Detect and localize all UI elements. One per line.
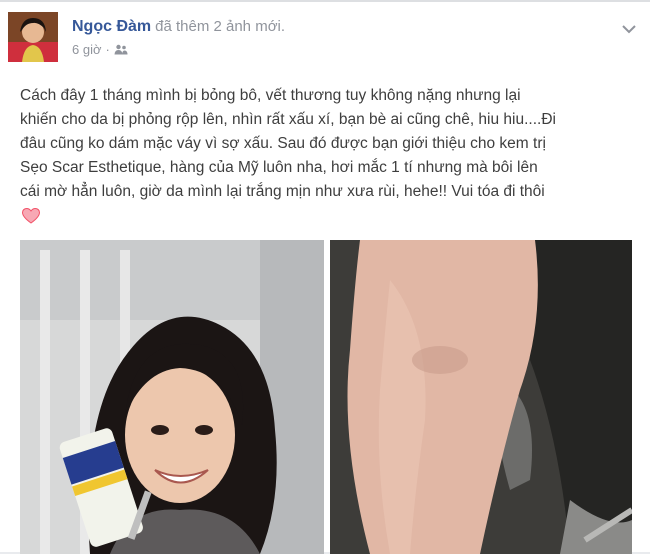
post-timestamp-link[interactable]: 6 giờ (72, 42, 102, 57)
friends-icon[interactable] (114, 44, 128, 55)
post-text-line: cái mờ hẳn luôn, giờ da mình lại trắng m… (20, 183, 545, 200)
chevron-down-icon[interactable] (622, 24, 636, 34)
feed-post: Ngọc Đàm đã thêm 2 ảnh mới. 6 giờ · Cách … (0, 0, 650, 554)
post-text-line: Cách đây 1 tháng mình bị bỏng bô, vết th… (20, 87, 521, 104)
post-meta: 6 giờ · (72, 42, 128, 57)
avatar[interactable] (8, 12, 58, 62)
post-action-text: đã thêm 2 ảnh mới. (155, 18, 286, 35)
heart-icon (22, 208, 40, 224)
post-text-line: đâu cũng ko dám mặc váy vì sợ xấu. Sau đ… (20, 135, 546, 152)
post-text-line: Sẹo Scar Esthetique, hàng của Mỹ luôn nh… (20, 159, 538, 176)
post-author-line: Ngọc Đàm đã thêm 2 ảnh mới. (72, 18, 285, 36)
author-name-link[interactable]: Ngọc Đàm (72, 18, 151, 35)
photo-leg[interactable] (330, 240, 632, 554)
post-body-text: Cách đây 1 tháng mình bị bỏng bô, vết th… (20, 84, 628, 204)
post-text-line: khiến cho da bị phỏng rộp lên, nhìn rất … (20, 111, 556, 128)
photo-selfie[interactable] (20, 240, 324, 554)
post-header: Ngọc Đàm đã thêm 2 ảnh mới. 6 giờ · (8, 12, 642, 64)
